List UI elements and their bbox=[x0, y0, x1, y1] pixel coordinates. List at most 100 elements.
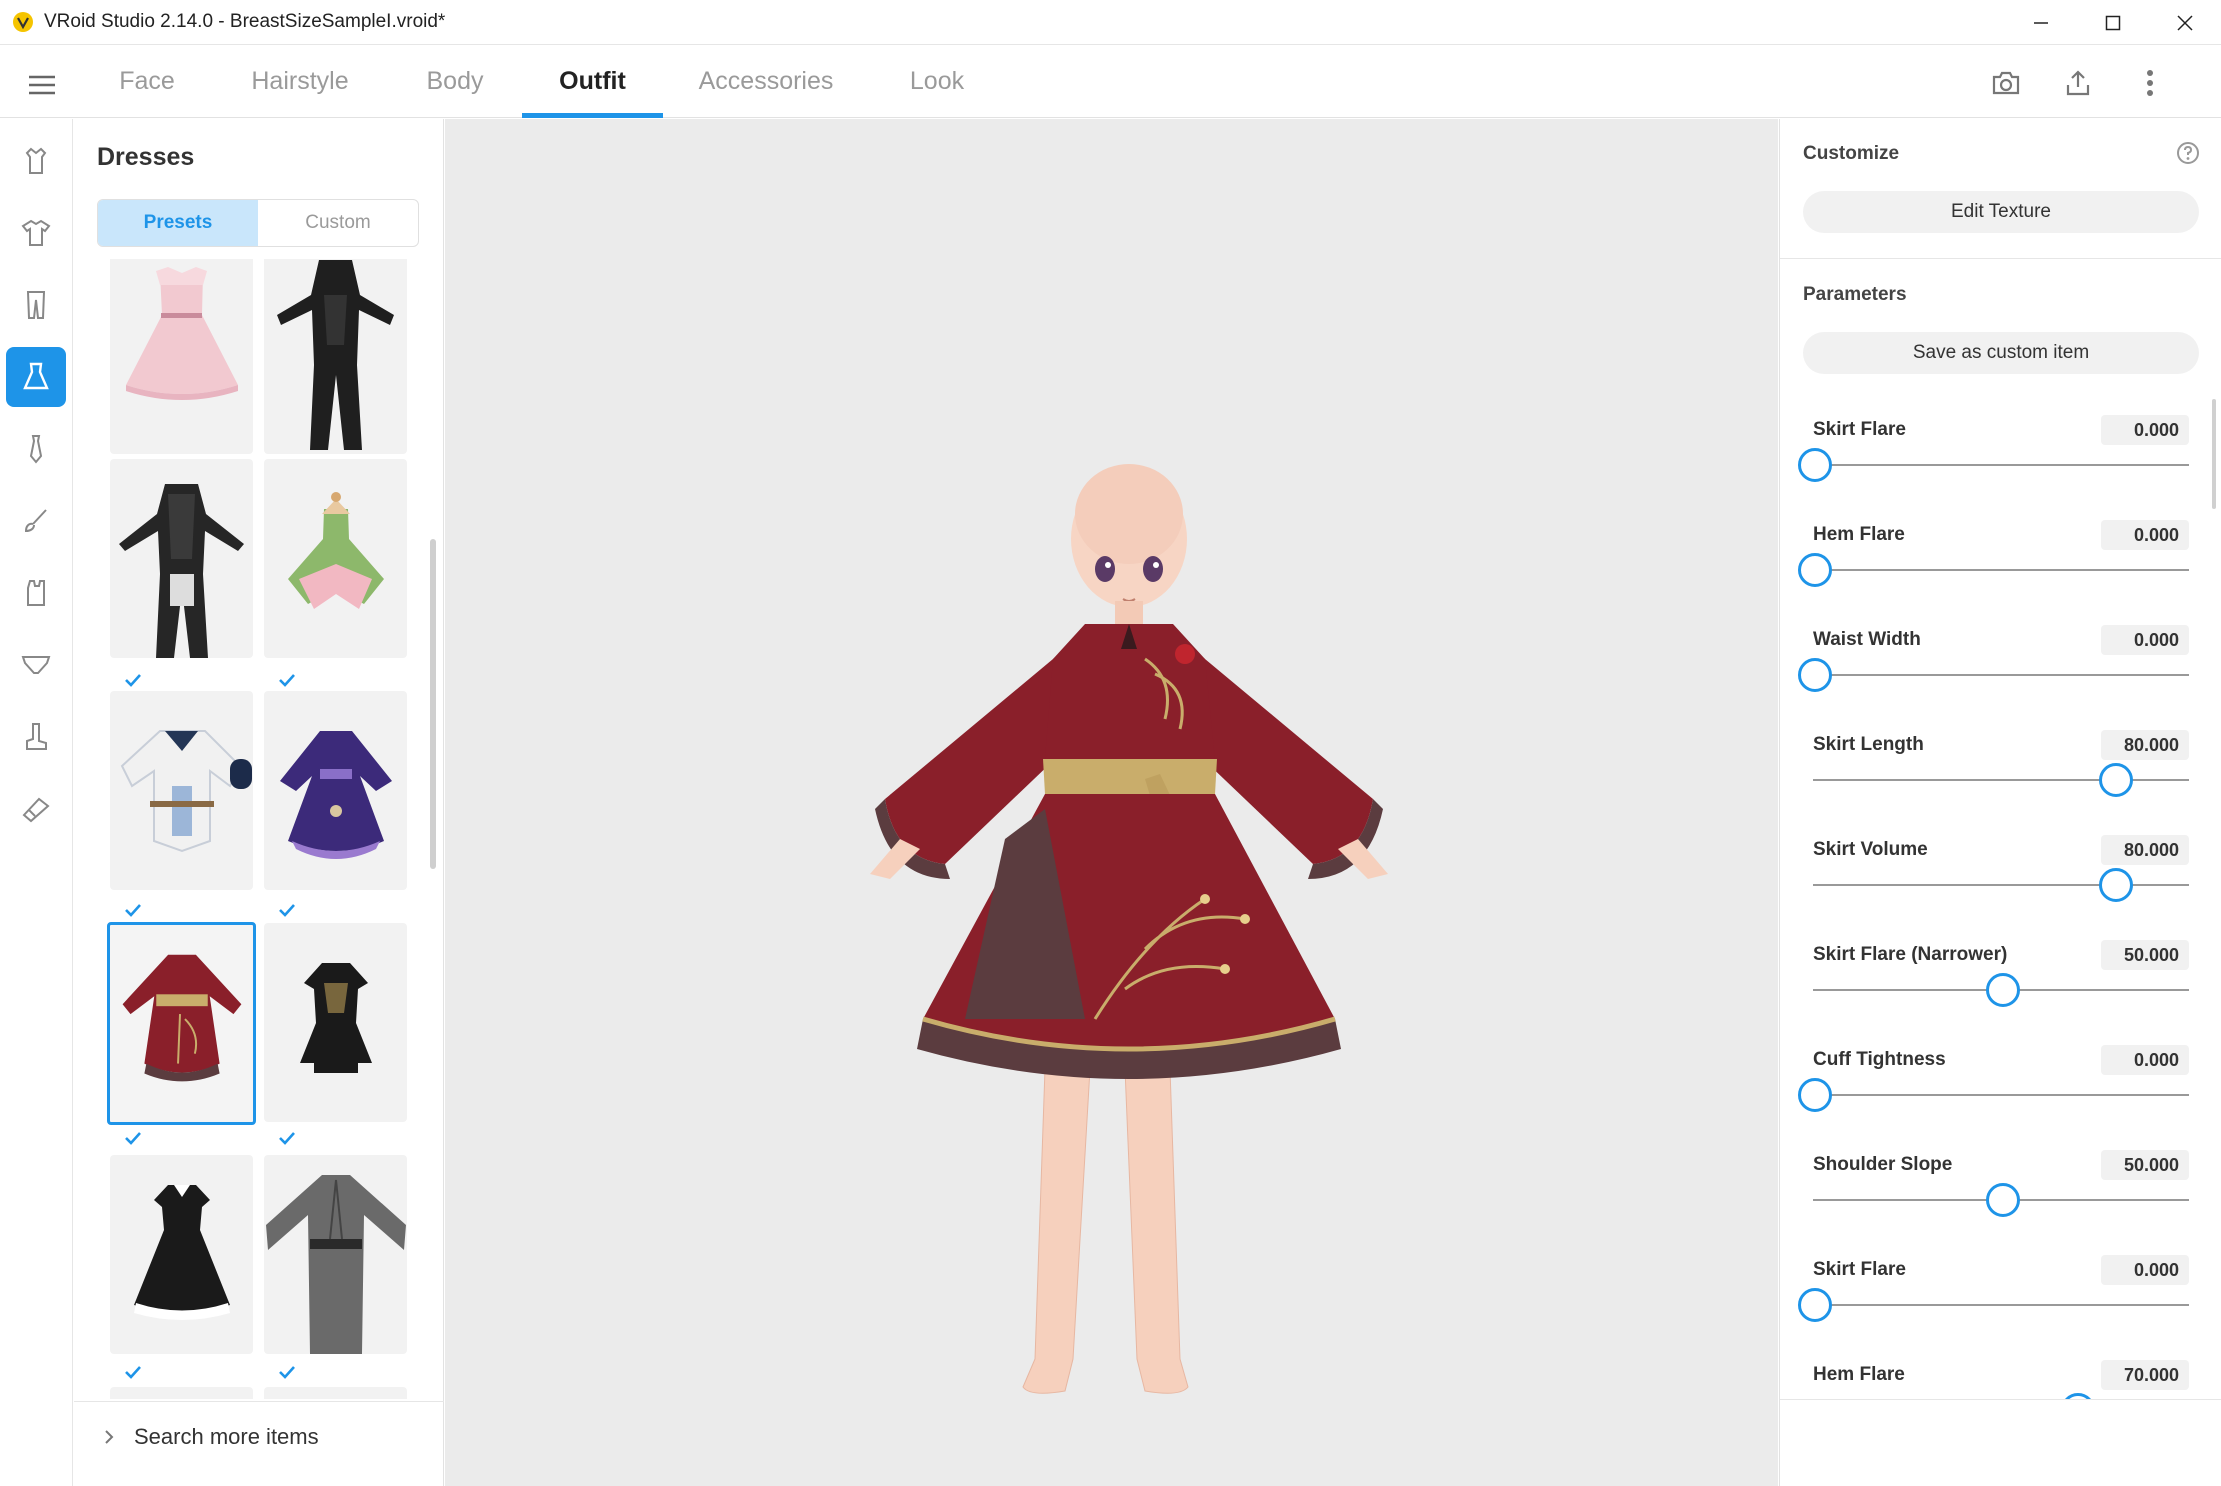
param-value-field[interactable]: 0.000 bbox=[2101, 415, 2189, 445]
checkmark-icon bbox=[279, 1366, 295, 1379]
slider-knob[interactable] bbox=[1798, 1288, 1832, 1322]
close-icon bbox=[2177, 14, 2193, 31]
socks-icon bbox=[27, 580, 45, 606]
slider-track[interactable] bbox=[1813, 674, 2189, 676]
custom-tab[interactable]: Custom bbox=[258, 200, 418, 246]
item-thumb-black-maid-dress[interactable] bbox=[110, 1155, 253, 1354]
hamburger-menu-button[interactable] bbox=[22, 65, 62, 105]
item-thumb-red-qipao-dress[interactable] bbox=[107, 922, 256, 1125]
rail-brush[interactable] bbox=[6, 491, 66, 551]
flower-fairy-dress-image bbox=[288, 492, 384, 609]
divider bbox=[1780, 258, 2221, 259]
item-thumb-partial[interactable] bbox=[110, 1387, 253, 1399]
divider bbox=[1780, 1399, 2221, 1400]
param-cuff-tightness: Cuff Tightness 0.000 bbox=[1780, 1029, 2221, 1134]
param-hem-flare-2: Hem Flare 70.000 bbox=[1780, 1344, 2221, 1399]
item-thumb-purple-kimono-dress[interactable] bbox=[264, 691, 407, 890]
kebab-menu-icon bbox=[2147, 70, 2153, 96]
item-thumb-white-coat[interactable] bbox=[110, 691, 253, 890]
edit-texture-button[interactable]: Edit Texture bbox=[1803, 191, 2199, 233]
slider-track[interactable] bbox=[1813, 1304, 2189, 1306]
pants-icon bbox=[26, 291, 46, 319]
param-skirt-flare: Skirt Flare 0.000 bbox=[1780, 399, 2221, 504]
item-thumb-black-gothic-dress[interactable] bbox=[264, 923, 407, 1122]
3d-viewport[interactable] bbox=[445, 119, 1778, 1486]
close-button[interactable] bbox=[2149, 0, 2221, 45]
rail-pants[interactable] bbox=[6, 275, 66, 335]
presets-tab[interactable]: Presets bbox=[98, 200, 258, 246]
boots-icon bbox=[26, 723, 47, 750]
slider-track[interactable] bbox=[1813, 1094, 2189, 1096]
tab-look[interactable]: Look bbox=[893, 45, 981, 118]
param-hem-flare: Hem Flare 0.000 bbox=[1780, 504, 2221, 609]
param-skirt-flare-narrower: Skirt Flare (Narrower) 50.000 bbox=[1780, 924, 2221, 1029]
more-options-button[interactable] bbox=[2128, 61, 2172, 105]
active-tab-indicator bbox=[522, 113, 663, 118]
param-value-field[interactable]: 50.000 bbox=[2101, 940, 2189, 970]
dresses-panel: Dresses Presets Custom Search more items bbox=[74, 119, 444, 1486]
slider-track[interactable] bbox=[1813, 464, 2189, 466]
gray-robe-image bbox=[266, 1175, 406, 1354]
rail-shirt[interactable] bbox=[6, 203, 66, 263]
slider-knob[interactable] bbox=[1986, 1183, 2020, 1217]
param-value-field[interactable]: 0.000 bbox=[2101, 1255, 2189, 1285]
maximize-button[interactable] bbox=[2077, 0, 2149, 45]
tops-icon bbox=[25, 147, 47, 174]
param-shoulder-slope: Shoulder Slope 50.000 bbox=[1780, 1134, 2221, 1239]
slider-knob[interactable] bbox=[1798, 658, 1832, 692]
checkmark-icon bbox=[125, 1366, 141, 1379]
slider-knob[interactable] bbox=[2098, 868, 2133, 902]
item-thumb-black-bodysuit[interactable] bbox=[264, 259, 407, 454]
tab-face[interactable]: Face bbox=[97, 45, 197, 118]
rail-socks[interactable] bbox=[6, 563, 66, 623]
param-value-field[interactable]: 0.000 bbox=[2101, 520, 2189, 550]
main-nav: Face Hairstyle Body Outfit Accessories L… bbox=[0, 45, 2221, 118]
brush-icon bbox=[24, 509, 47, 533]
tab-body[interactable]: Body bbox=[405, 45, 505, 118]
tab-hairstyle[interactable]: Hairstyle bbox=[232, 45, 368, 118]
tab-accessories[interactable]: Accessories bbox=[686, 45, 846, 118]
param-value-field[interactable]: 80.000 bbox=[2101, 730, 2189, 760]
slider-knob[interactable] bbox=[1986, 973, 2020, 1007]
red-qipao-dress-image bbox=[122, 954, 242, 1082]
param-value-field[interactable]: 80.000 bbox=[2101, 835, 2189, 865]
black-gothic-dress-image bbox=[300, 963, 372, 1073]
param-value-field[interactable]: 70.000 bbox=[2101, 1360, 2189, 1390]
tie-icon bbox=[29, 435, 43, 464]
checkmark-icon bbox=[279, 674, 295, 687]
search-more-items[interactable]: Search more items bbox=[74, 1401, 444, 1471]
item-thumb-pink-dress[interactable] bbox=[110, 259, 253, 454]
category-rail bbox=[0, 119, 73, 1486]
param-value-field[interactable]: 0.000 bbox=[2101, 1045, 2189, 1075]
param-value-field[interactable]: 50.000 bbox=[2101, 1150, 2189, 1180]
rail-dress[interactable] bbox=[6, 347, 66, 407]
rail-boots[interactable] bbox=[6, 707, 66, 767]
parameters-title: Parameters bbox=[1803, 284, 1907, 305]
slider-knob[interactable] bbox=[1798, 553, 1832, 587]
slider-knob[interactable] bbox=[2098, 763, 2133, 797]
rail-shoes[interactable] bbox=[6, 779, 66, 839]
rail-tie[interactable] bbox=[6, 419, 66, 479]
rail-tops[interactable] bbox=[6, 131, 66, 191]
panel-scrollbar[interactable] bbox=[430, 539, 436, 869]
item-thumb-black-armor-suit[interactable] bbox=[110, 459, 253, 658]
param-value-field[interactable]: 0.000 bbox=[2101, 625, 2189, 655]
help-icon[interactable] bbox=[2176, 141, 2200, 165]
title-bar: VRoid Studio 2.14.0 - BreastSizeSampleI.… bbox=[0, 0, 2221, 45]
camera-button[interactable] bbox=[1984, 61, 2028, 105]
tab-outfit[interactable]: Outfit bbox=[522, 45, 663, 118]
item-thumb-flower-fairy-dress[interactable] bbox=[264, 459, 407, 658]
save-custom-item-button[interactable]: Save as custom item bbox=[1803, 332, 2199, 374]
slider-knob[interactable] bbox=[1798, 1078, 1832, 1112]
item-thumb-gray-robe[interactable] bbox=[264, 1155, 407, 1354]
minimize-button[interactable] bbox=[2005, 0, 2077, 45]
parameters-scrollbar[interactable] bbox=[2212, 399, 2216, 509]
slider-track[interactable] bbox=[1813, 569, 2189, 571]
slider-knob[interactable] bbox=[1798, 448, 1832, 482]
item-thumb-partial[interactable] bbox=[264, 1387, 407, 1399]
customize-panel: Customize Edit Texture Parameters Save a… bbox=[1779, 119, 2221, 1486]
upload-icon bbox=[2066, 70, 2090, 96]
export-button[interactable] bbox=[2056, 61, 2100, 105]
rail-underwear[interactable] bbox=[6, 635, 66, 695]
maximize-icon bbox=[2105, 15, 2121, 30]
